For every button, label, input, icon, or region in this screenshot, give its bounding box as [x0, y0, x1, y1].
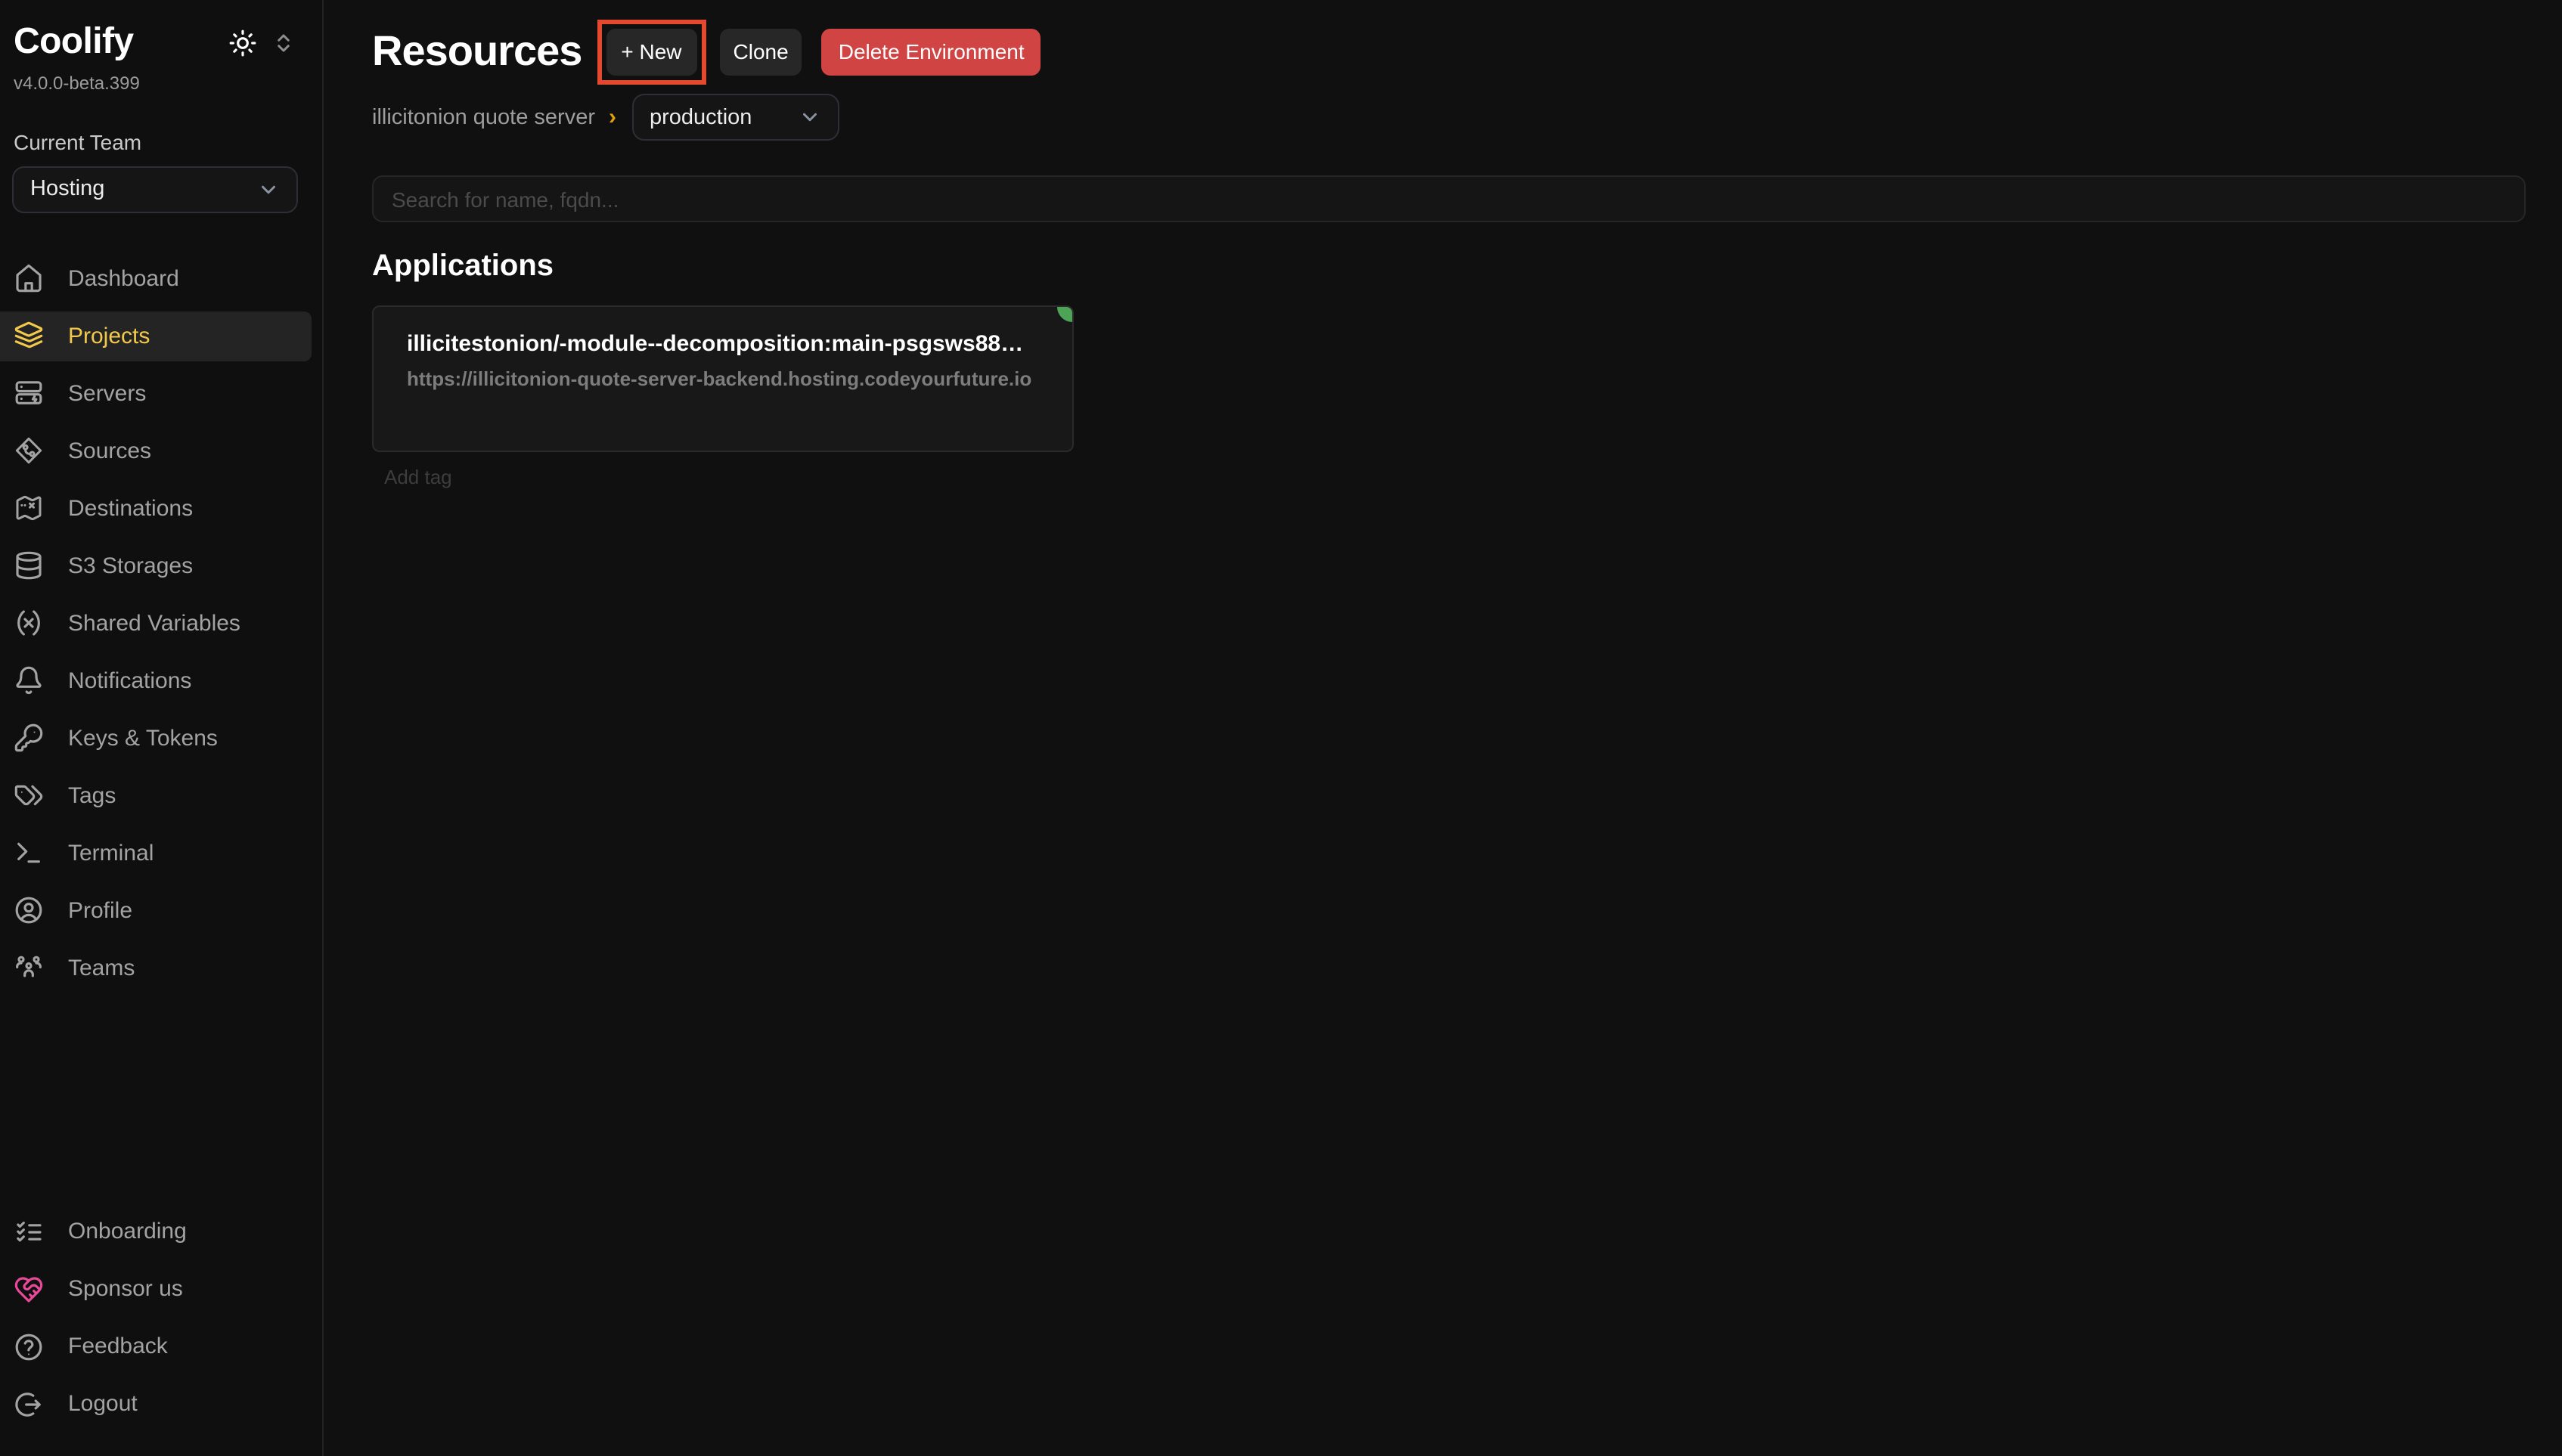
map-icon — [14, 494, 44, 524]
sidebar-item-shared-variables[interactable]: Shared Variables — [0, 599, 312, 649]
sidebar-item-label: Onboarding — [68, 1219, 187, 1244]
key-icon — [14, 723, 44, 754]
tags-icon — [14, 781, 44, 811]
application-url: https://illicitonion-quote-server-backen… — [407, 367, 1051, 390]
sidebar-item-label: Projects — [68, 324, 150, 349]
sidebar-item-sponsor-us[interactable]: Sponsor us — [0, 1264, 312, 1314]
chevron-down-icon — [798, 106, 820, 129]
sidebar-item-onboarding[interactable]: Onboarding — [0, 1207, 312, 1256]
sidebar-item-servers[interactable]: Servers — [0, 369, 312, 419]
sidebar-item-label: Logout — [68, 1391, 138, 1417]
home-icon — [14, 264, 44, 294]
breadcrumb-project-link[interactable]: illicitonion quote server — [372, 105, 595, 129]
help-circle-icon — [14, 1331, 44, 1362]
app-window: Coolify v4.0.0-beta.399 Current Team Hos… — [0, 0, 2562, 1456]
sidebar-item-label: Terminal — [68, 841, 154, 866]
sidebar-item-label: Keys & Tokens — [68, 726, 218, 751]
clone-button[interactable]: Clone — [720, 28, 802, 75]
main-content: Resources + New Clone Delete Environment… — [324, 0, 2562, 1456]
sidebar-item-teams[interactable]: Teams — [0, 943, 312, 993]
user-circle-icon — [14, 896, 44, 926]
layers-icon — [14, 321, 44, 352]
current-team-label: Current Team — [0, 130, 322, 154]
chevron-down-icon — [257, 178, 280, 201]
sidebar-item-label: Profile — [68, 898, 132, 924]
database-icon — [14, 551, 44, 581]
add-tag-button[interactable]: Add tag — [384, 466, 452, 488]
click-annotation-box: + New — [597, 19, 706, 84]
sidebar-item-projects[interactable]: Projects — [0, 311, 312, 361]
terminal-icon — [14, 838, 44, 869]
page-title: Resources — [372, 30, 582, 73]
environment-select[interactable]: production — [631, 94, 839, 141]
sidebar-item-destinations[interactable]: Destinations — [0, 484, 312, 534]
app-version: v4.0.0-beta.399 — [14, 73, 295, 94]
delete-environment-button[interactable]: Delete Environment — [822, 28, 1041, 75]
sidebar-item-sources[interactable]: Sources — [0, 426, 312, 476]
sidebar-item-label: Shared Variables — [68, 611, 240, 637]
sidebar-item-logout[interactable]: Logout — [0, 1379, 312, 1429]
sidebar-nav: Dashboard Projects Servers Sources — [0, 254, 322, 1001]
application-name: illicitestonion/-module--decomposition:m… — [407, 331, 1051, 357]
heart-handshake-icon — [14, 1274, 44, 1304]
app-logo: Coolify — [14, 21, 133, 65]
breadcrumb: illicitonion quote server › production — [372, 94, 2526, 141]
checklist-icon — [14, 1216, 44, 1247]
sidebar-item-label: Notifications — [68, 668, 191, 694]
sidebar-item-label: Teams — [68, 956, 135, 981]
sidebar-item-dashboard[interactable]: Dashboard — [0, 254, 312, 304]
team-select[interactable]: Hosting — [12, 166, 298, 213]
sidebar-item-label: S3 Storages — [68, 553, 193, 579]
sidebar-item-label: Servers — [68, 381, 146, 407]
logout-icon — [14, 1389, 44, 1419]
sidebar-item-label: Dashboard — [68, 266, 179, 292]
sidebar-bottom-nav: Onboarding Sponsor us Feedback Logout — [0, 1207, 322, 1436]
server-icon — [14, 379, 44, 409]
sidebar-item-tags[interactable]: Tags — [0, 771, 312, 821]
sidebar-item-label: Feedback — [68, 1334, 168, 1359]
sidebar-item-s3-storages[interactable]: S3 Storages — [0, 541, 312, 591]
status-indicator — [1057, 307, 1072, 322]
page-header: Resources + New Clone Delete Environment — [372, 21, 2526, 82]
sidebar-header: Coolify v4.0.0-beta.399 — [0, 21, 322, 94]
environment-select-value: production — [650, 105, 752, 129]
sidebar-item-label: Destinations — [68, 496, 193, 522]
bell-icon — [14, 666, 44, 696]
users-icon — [14, 953, 44, 984]
sidebar-item-notifications[interactable]: Notifications — [0, 656, 312, 706]
chevrons-up-down-icon[interactable] — [272, 32, 295, 54]
sidebar-item-label: Sponsor us — [68, 1276, 183, 1302]
sidebar-item-profile[interactable]: Profile — [0, 886, 312, 936]
sidebar-item-label: Tags — [68, 783, 116, 809]
applications-section-title: Applications — [372, 248, 2526, 284]
sidebar-item-feedback[interactable]: Feedback — [0, 1321, 312, 1371]
theme-toggle-sun-icon[interactable] — [228, 29, 257, 57]
application-card[interactable]: illicitestonion/-module--decomposition:m… — [372, 305, 1074, 452]
sidebar-item-keys-tokens[interactable]: Keys & Tokens — [0, 714, 312, 764]
sidebar-item-label: Sources — [68, 438, 151, 464]
team-select-value: Hosting — [30, 178, 104, 202]
sidebar-item-terminal[interactable]: Terminal — [0, 829, 312, 878]
sidebar: Coolify v4.0.0-beta.399 Current Team Hos… — [0, 0, 324, 1456]
git-diamond-icon — [14, 436, 44, 466]
variable-icon — [14, 609, 44, 639]
new-button[interactable]: + New — [606, 28, 696, 75]
search-input[interactable] — [372, 175, 2526, 222]
breadcrumb-chevron-icon: › — [609, 104, 616, 130]
